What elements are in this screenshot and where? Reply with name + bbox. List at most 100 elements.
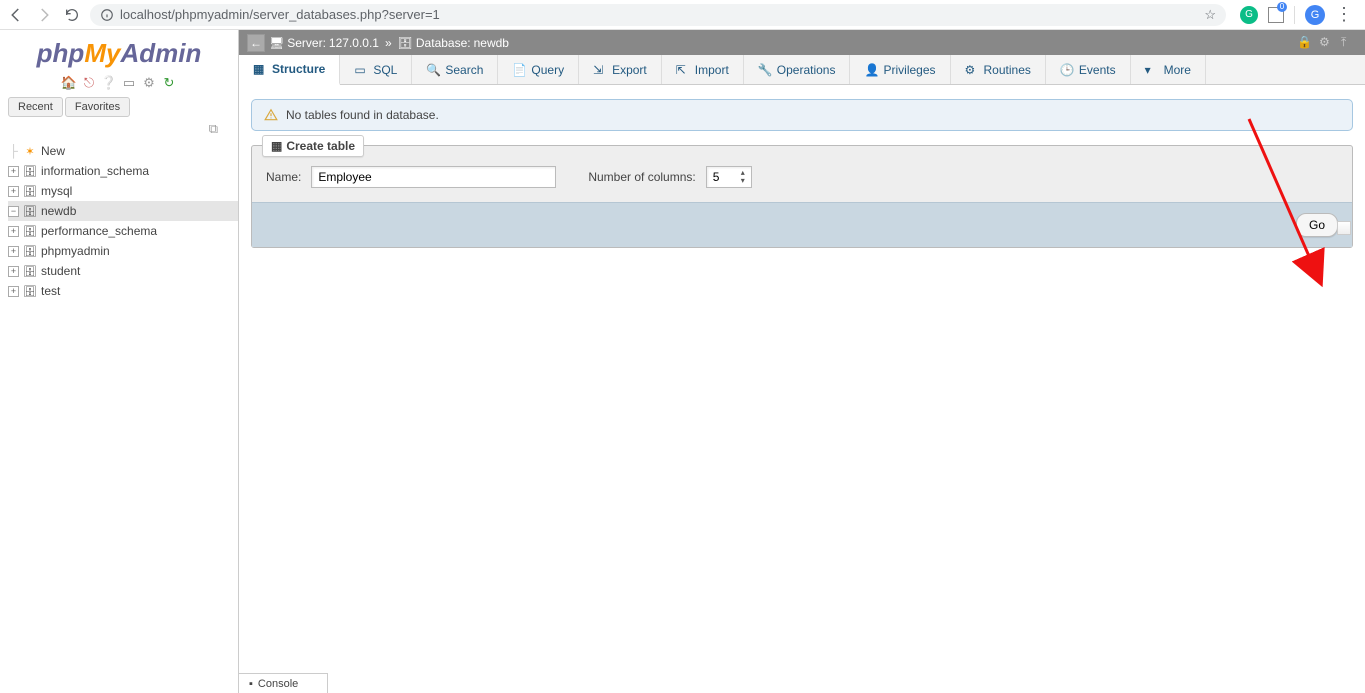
info-icon [100,8,114,22]
docs-icon[interactable]: ❔ [101,75,117,91]
logout-icon[interactable]: ⎋ [81,75,97,91]
tab-privileges[interactable]: 👤Privileges [850,55,950,84]
extension-box-icon[interactable] [1268,7,1284,23]
tab-label: Events [1079,63,1116,77]
tab-import[interactable]: ⇱ Import [662,55,744,84]
breadcrumb-server[interactable]: 🖥 Server: 127.0.0.1 [269,36,379,50]
db-label: student [41,264,80,278]
import-icon: ⇱ [676,63,690,77]
db-label: newdb [41,204,76,218]
database-icon: 🗄 [23,284,37,298]
home-icon[interactable]: 🏠 [61,75,77,91]
server-icon: 🖥 [269,36,284,50]
operations-icon: 🔧 [758,63,772,77]
recent-tab[interactable]: Recent [8,97,63,117]
breadcrumb-back-button[interactable]: ← [247,34,265,52]
sql-icon[interactable]: ▭ [121,75,137,91]
db-tree: ├ ✶ New +🗄information_schema+🗄mysql−🗄new… [0,139,238,301]
database-icon: 🗄 [23,244,37,258]
tab-sql[interactable]: ▭ SQL [340,55,412,84]
expand-icon[interactable]: + [8,186,19,197]
profile-avatar[interactable]: G [1305,5,1325,25]
structure-icon: ▦ [253,62,267,76]
expand-icon[interactable]: + [8,266,19,277]
db-label: phpmyadmin [41,244,110,258]
page-gear-icon[interactable]: ⚙ [1319,35,1335,51]
database-icon: 🗄 [23,264,37,278]
db-label: test [41,284,60,298]
new-database[interactable]: ├ ✶ New [8,141,238,161]
table-name-input[interactable] [311,166,556,188]
database-icon: 🗄 [23,204,37,218]
lock-icon[interactable]: 🔒 [1297,35,1313,51]
tab-structure[interactable]: ▦Structure [239,55,340,85]
sidebar-tool-icons: 🏠 ⎋ ❔ ▭ ⚙ ↻ [0,73,238,97]
search-icon: 🔍 [426,63,440,77]
corner-box-icon[interactable] [1337,221,1351,235]
breadcrumb-database[interactable]: 🗄 Database: newdb [398,36,509,50]
db-item-test[interactable]: + 🗄 test [8,281,238,301]
tab-label: Operations [777,63,836,77]
separator [1294,6,1295,24]
console-toggle[interactable]: ▪ Console [238,673,328,693]
sql-icon: ▭ [354,63,368,77]
tab-events[interactable]: 🕒 Events [1046,55,1131,84]
sidebar: phpMyAdmin 🏠 ⎋ ❔ ▭ ⚙ ↻ Recent Favorites … [0,30,238,693]
expand-icon[interactable]: + [8,246,19,257]
db-item-mysql[interactable]: +🗄mysql [8,181,238,201]
events-icon: 🕒 [1060,63,1074,77]
link-icon[interactable]: ⧉ [0,117,238,139]
tab-routines[interactable]: ⚙Routines [951,55,1046,84]
star-icon[interactable]: ☆ [1204,7,1216,23]
db-item-phpmyadmin[interactable]: + 🗄 phpmyadmin [8,241,238,261]
forward-icon[interactable] [34,5,54,25]
menu-dots-icon[interactable]: ⋮ [1335,4,1353,25]
number-spinner[interactable]: ▴▾ [736,167,750,187]
tab-label: Import [695,63,729,77]
tab-query[interactable]: 📄Query [498,55,579,84]
expand-icon[interactable]: + [8,226,19,237]
address-bar[interactable]: localhost/phpmyadmin/server_databases.ph… [90,4,1226,26]
reload-nav-icon[interactable]: ↻ [161,75,177,91]
create-table-legend: ▦ Create table [262,135,364,157]
tab-label: Query [531,63,564,77]
reload-icon[interactable] [62,5,82,25]
more-icon: ▾ [1145,63,1159,77]
tab-label: SQL [373,63,397,77]
collapse-icon[interactable]: ⤒ [1341,35,1357,51]
db-item-student[interactable]: + 🗄 student [8,261,238,281]
name-label: Name: [266,170,301,184]
extensions: G G ⋮ [1234,4,1359,25]
warning-icon [264,108,278,122]
url-text: localhost/phpmyadmin/server_databases.ph… [120,7,1198,22]
tab-label: More [1164,63,1191,77]
db-label: performance_schema [41,224,157,238]
tab-operations[interactable]: 🔧 Operations [744,55,851,84]
back-icon[interactable] [6,5,26,25]
phpmyadmin-logo[interactable]: phpMyAdmin [0,30,238,73]
go-button[interactable]: Go [1296,213,1338,237]
tab-search[interactable]: 🔍 Search [412,55,498,84]
extension-g-icon[interactable]: G [1240,6,1258,24]
expand-icon[interactable]: + [8,166,19,177]
content-area: No tables found in database. ▦ Create ta… [239,85,1365,262]
create-table-fieldset: ▦ Create table Name: Number of columns: … [251,145,1353,248]
new-db-icon: ✶ [23,144,37,158]
favorites-tab[interactable]: Favorites [65,97,130,117]
db-item-newdb[interactable]: −🗄 newdb [8,201,238,221]
tab-label: Export [612,63,647,77]
db-item-performance_schema[interactable]: +🗄performance_schema [8,221,238,241]
tab-export[interactable]: ⇲ Export [579,55,662,84]
console-icon: ▪ [249,678,253,690]
db-item-information_schema[interactable]: +🗄information_schema [8,161,238,181]
tab-more[interactable]: ▾ More [1131,55,1206,84]
expand-icon[interactable]: + [8,286,19,297]
tab-label: Search [445,63,483,77]
settings-gear-icon[interactable]: ⚙ [141,75,157,91]
alert-no-tables: No tables found in database. [251,99,1353,131]
export-icon: ⇲ [593,63,607,77]
expand-icon[interactable]: − [8,206,19,217]
table-icon: ▦ [271,139,282,153]
top-tabs: ▦Structure ▭ SQL 🔍 Search 📄Query ⇲ Export ⇱ Impor… [239,55,1365,85]
db-label: information_schema [41,164,149,178]
